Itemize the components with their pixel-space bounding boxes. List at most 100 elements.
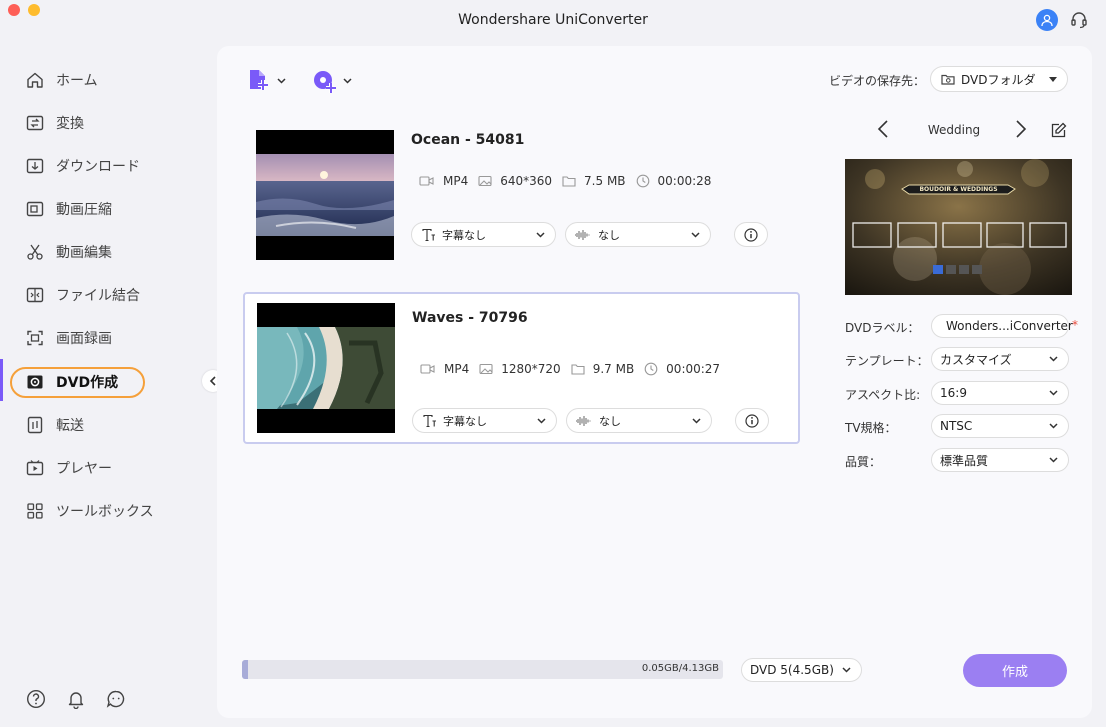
sidebar-item-merge[interactable]: ファイル結合	[8, 279, 208, 311]
video-thumbnail	[257, 303, 395, 433]
toolbox-icon	[24, 500, 46, 522]
video-size: 9.7 MB	[592, 362, 635, 376]
aspect-ratio-select[interactable]: 16:9	[931, 381, 1069, 405]
template-select[interactable]: カスタマイズ	[931, 347, 1069, 371]
chevron-down-icon	[842, 667, 851, 673]
title-bar: Wondershare UniConverter	[0, 0, 1106, 46]
template-next-button[interactable]	[1015, 120, 1027, 142]
dvd-icon	[24, 371, 46, 393]
bell-icon[interactable]	[65, 688, 87, 710]
template-label: テンプレート：	[845, 354, 929, 368]
sidebar-item-player[interactable]: プレヤー	[8, 452, 208, 484]
video-resolution: 640*360	[500, 174, 553, 188]
sidebar-item-edit[interactable]: 動画編集	[8, 236, 208, 268]
dvd-label-value: Wonders...iConverter	[946, 319, 1073, 333]
audio-select[interactable]: なし	[565, 222, 711, 247]
template-preview: BOUDOIR & WEDDINGS	[845, 159, 1072, 295]
sidebar-item-label: ファイル結合	[56, 288, 140, 304]
main-panel: ビデオの保存先： DVDフォルダ Ocean - 54081 MP4 640*3…	[217, 46, 1092, 718]
caret-down-icon	[1049, 76, 1057, 82]
sidebar-item-label: プレヤー	[56, 461, 112, 477]
dvd-folder-icon	[941, 74, 955, 85]
video-meta: MP4 640*360 7.5 MB 00:00:28	[419, 174, 721, 188]
disc-type-select[interactable]: DVD 5(4.5GB)	[741, 658, 862, 682]
sidebar-item-label: ツールボックス	[56, 504, 154, 520]
preview-banner-text: BOUDOIR & WEDDINGS	[919, 186, 998, 193]
sidebar-item-dvd[interactable]: DVD作成	[8, 366, 208, 398]
sidebar-item-label: DVD作成	[56, 375, 119, 391]
edit-icon	[1051, 122, 1067, 138]
chevron-down-icon	[691, 231, 700, 238]
video-info-button[interactable]	[735, 408, 769, 433]
save-to-select[interactable]: DVDフォルダ	[930, 66, 1068, 92]
sidebar-item-label: 動画圧縮	[56, 202, 112, 218]
subtitle-select[interactable]: 字幕なし	[412, 408, 557, 433]
transfer-icon	[24, 414, 46, 436]
add-files-button[interactable]	[245, 66, 286, 96]
required-mark: *	[1072, 318, 1078, 332]
scissors-icon	[24, 241, 46, 263]
video-duration: 00:00:28	[657, 174, 712, 188]
aspect-ratio-label: アスペクト比:	[845, 388, 921, 402]
user-icon	[1041, 14, 1053, 27]
sidebar-item-transfer[interactable]: 転送	[8, 409, 208, 441]
avatar[interactable]	[1036, 9, 1058, 31]
folder-icon	[562, 176, 576, 187]
disc-usage-bar: 0.05GB/4.13GB	[242, 660, 723, 679]
video-meta: MP4 1280*720 9.7 MB 00:00:27	[420, 362, 730, 376]
sidebar-item-label: 動画編集	[56, 245, 112, 261]
disc-type-value: DVD 5(4.5GB)	[750, 663, 834, 677]
video-card[interactable]: Ocean - 54081 MP4 640*360 7.5 MB 00:00:2…	[243, 120, 800, 272]
merge-icon	[24, 284, 46, 306]
compress-icon	[24, 198, 46, 220]
help-icon[interactable]	[25, 688, 47, 710]
clock-icon	[636, 174, 649, 188]
video-format: MP4	[444, 362, 470, 376]
create-button[interactable]: 作成	[963, 654, 1067, 687]
chevron-down-icon	[1049, 356, 1058, 362]
save-to-value: DVDフォルダ	[961, 72, 1036, 87]
video-resolution: 1280*720	[501, 362, 561, 376]
chevron-left-icon	[209, 376, 216, 386]
chevron-left-icon	[877, 120, 888, 138]
audio-wave-icon	[575, 229, 590, 240]
dvd-label-input[interactable]: Wonders...iConverter	[931, 314, 1073, 338]
home-icon	[24, 69, 46, 91]
sidebar: ホーム 変換 ダウンロード 動画圧縮 動画編集 ファイル結合 画面録画 DVD作…	[0, 46, 224, 727]
video-size: 7.5 MB	[584, 174, 626, 188]
record-icon	[24, 327, 46, 349]
sidebar-item-record[interactable]: 画面録画	[8, 322, 208, 354]
sidebar-item-compress[interactable]: 動画圧縮	[8, 193, 208, 225]
headset-icon[interactable]	[1068, 9, 1090, 31]
template-prev-button[interactable]	[877, 120, 889, 142]
edit-template-button[interactable]	[1050, 122, 1067, 143]
download-icon	[24, 155, 46, 177]
subtitle-value: 字幕なし	[443, 414, 487, 428]
player-icon	[24, 457, 46, 479]
sidebar-item-toolbox[interactable]: ツールボックス	[8, 495, 208, 527]
subtitle-select[interactable]: 字幕なし	[411, 222, 556, 247]
template-name: Wedding	[927, 123, 981, 137]
video-info-button[interactable]	[734, 222, 768, 247]
add-file-icon	[250, 70, 268, 90]
folder-icon	[571, 364, 585, 375]
convert-icon	[24, 112, 46, 134]
chevron-right-icon	[1016, 120, 1027, 138]
add-disc-button[interactable]	[311, 66, 352, 96]
sidebar-item-convert[interactable]: 変換	[8, 107, 208, 139]
tv-standard-label: TV規格：	[845, 421, 897, 435]
resolution-icon	[479, 363, 493, 375]
feedback-icon[interactable]	[105, 688, 127, 710]
sidebar-item-download[interactable]: ダウンロード	[8, 150, 208, 182]
audio-select[interactable]: なし	[566, 408, 712, 433]
quality-select[interactable]: 標準品質	[931, 448, 1069, 472]
chevron-down-icon	[1049, 423, 1058, 429]
video-thumbnail	[256, 130, 394, 260]
sidebar-item-home[interactable]: ホーム	[8, 64, 208, 96]
tv-standard-select[interactable]: NTSC	[931, 414, 1069, 438]
quality-label: 品質：	[845, 455, 882, 469]
sidebar-item-label: ホーム	[56, 73, 98, 89]
video-card[interactable]: Waves - 70796 MP4 1280*720 9.7 MB 00:00:…	[243, 292, 800, 444]
text-icon	[423, 414, 436, 427]
chevron-down-icon	[277, 78, 286, 84]
